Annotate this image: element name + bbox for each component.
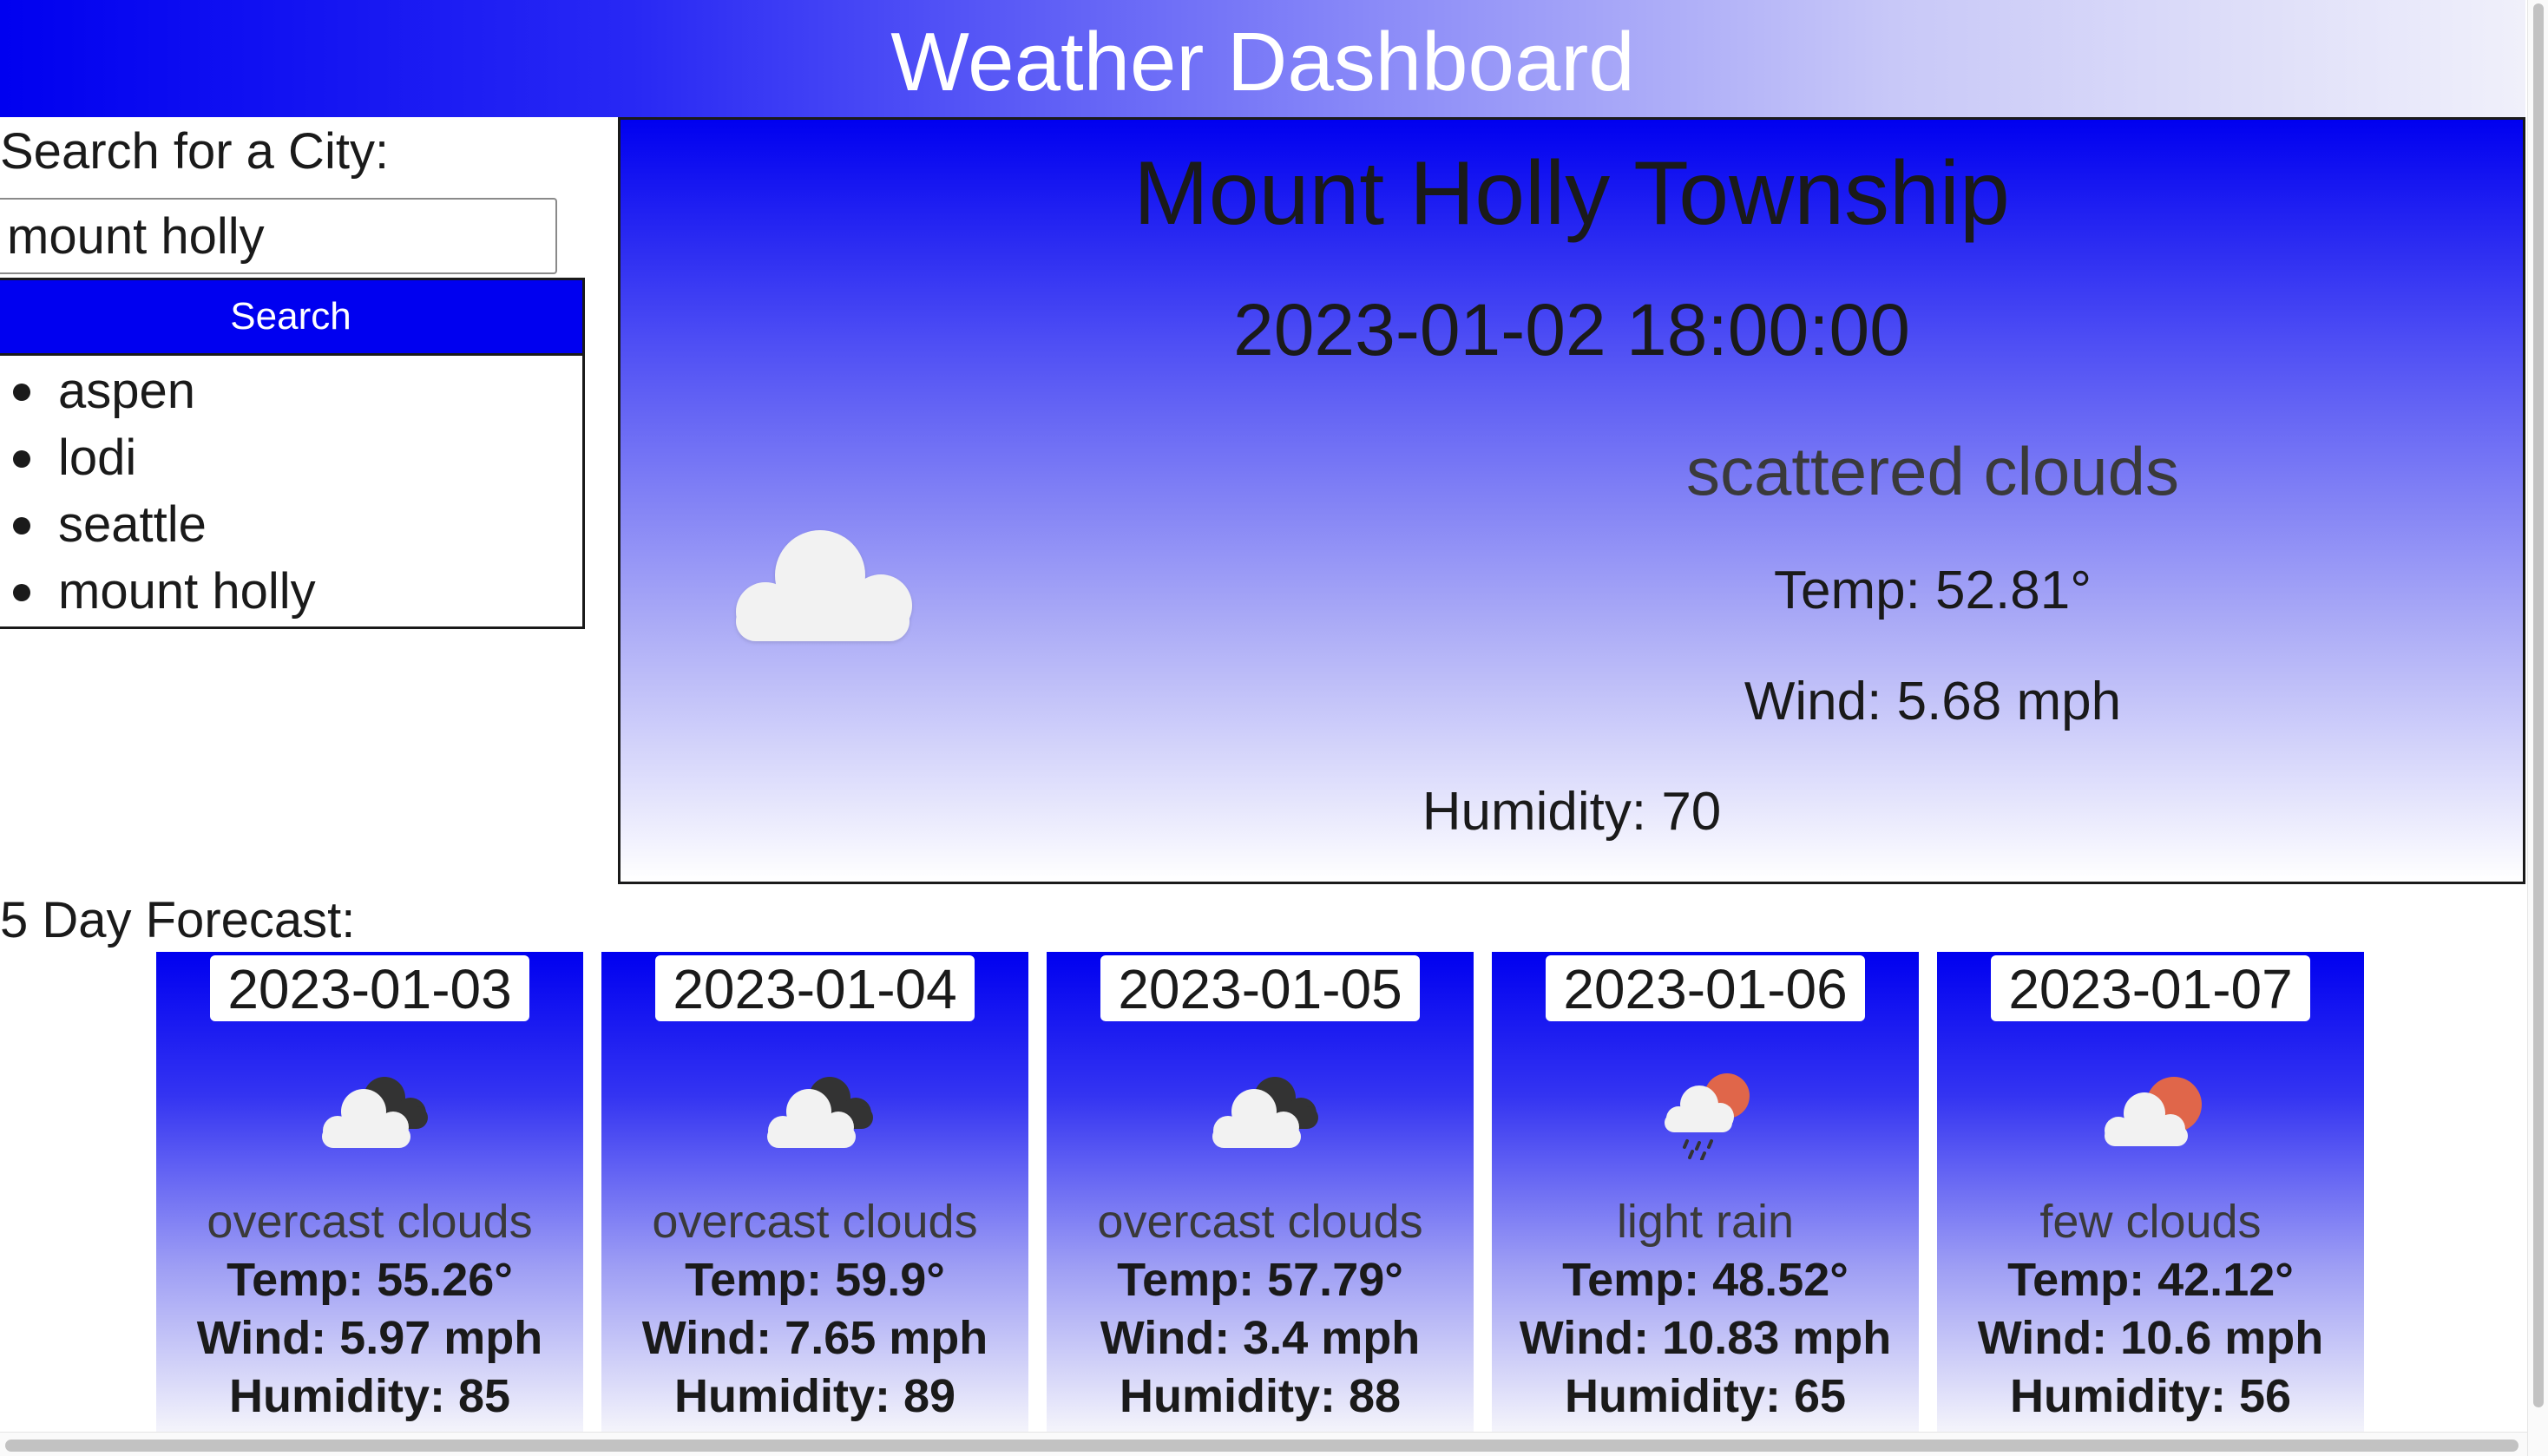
forecast-humidity: Humidity: 65: [1564, 1370, 1847, 1422]
forecast-card: 2023-01-03 overcast clouds Temp: 55.26° …: [156, 952, 583, 1432]
forecast-date: 2023-01-05: [1100, 955, 1420, 1021]
page-header: Weather Dashboard: [0, 0, 2525, 117]
current-wind: Wind: 5.68 mph: [1744, 672, 2122, 731]
overcast-clouds-icon: [767, 1077, 873, 1148]
forecast-description: overcast clouds: [1097, 1196, 1423, 1248]
bullet-icon: [13, 584, 30, 601]
search-label: Search for a City:: [0, 123, 390, 180]
few-clouds-icon: [2105, 1077, 2202, 1146]
forecast-date: 2023-01-04: [655, 955, 975, 1021]
history-item-label: aspen: [58, 363, 196, 419]
page-title: Weather Dashboard: [890, 16, 1635, 108]
bullet-icon: [13, 517, 30, 535]
forecast-temp: Temp: 55.26°: [227, 1254, 513, 1306]
history-item-mount-holly[interactable]: mount holly: [0, 556, 582, 623]
forecast-card: 2023-01-05 overcast clouds Temp: 57.79° …: [1047, 952, 1474, 1432]
forecast-date: 2023-01-06: [1546, 955, 1865, 1021]
vertical-scrollbar-thumb[interactable]: [2533, 3, 2544, 1407]
forecast-description: few clouds: [2039, 1196, 2262, 1248]
history-item-lodi[interactable]: lodi: [0, 423, 582, 489]
forecast-temp: Temp: 57.79°: [1117, 1254, 1403, 1306]
horizontal-scrollbar-thumb[interactable]: [5, 1440, 2518, 1452]
forecast-card: 2023-01-06 light rain Temp: 48.52° Wind:…: [1492, 952, 1919, 1432]
forecast-humidity: Humidity: 89: [673, 1370, 956, 1422]
forecast-date: 2023-01-03: [210, 955, 529, 1021]
history-item-aspen[interactable]: aspen: [0, 356, 582, 423]
history-item-label: lodi: [58, 430, 137, 486]
overcast-clouds-icon: [1212, 1077, 1318, 1148]
cloud-icon: [736, 530, 912, 641]
weather-dashboard-page: Weather Dashboard Search for a City: Sea…: [0, 0, 2548, 1456]
forecast-date: 2023-01-07: [1991, 955, 2310, 1021]
current-city-name: Mount Holly Township: [1133, 143, 2010, 244]
city-search-input[interactable]: [0, 198, 557, 274]
current-datetime: 2023-01-02 18:00:00: [1233, 289, 1910, 371]
horizontal-scrollbar[interactable]: [0, 1432, 2527, 1456]
forecast-temp: Temp: 59.9°: [685, 1254, 945, 1306]
forecast-description: light rain: [1616, 1196, 1795, 1248]
current-temp: Temp: 52.81°: [1773, 561, 2092, 620]
forecast-temp: Temp: 42.12°: [2007, 1254, 2294, 1306]
forecast-card: 2023-01-07 few clouds Temp: 42.12° Wind:…: [1937, 952, 2364, 1432]
forecast-wind: Wind: 10.6 mph: [1977, 1312, 2324, 1364]
forecast-wind: Wind: 7.65 mph: [641, 1312, 988, 1364]
search-button[interactable]: Search: [0, 278, 585, 356]
forecast-label: 5 Day Forecast:: [0, 892, 356, 948]
forecast-temp: Temp: 48.52°: [1562, 1254, 1849, 1306]
bullet-icon: [13, 450, 30, 468]
forecast-humidity: Humidity: 85: [228, 1370, 511, 1422]
forecast-wind: Wind: 10.83 mph: [1519, 1312, 1892, 1364]
search-history-list: aspen lodi seattle mount holly: [0, 356, 585, 629]
forecast-description: overcast clouds: [207, 1196, 533, 1248]
bullet-icon: [13, 384, 30, 401]
rain-sun-icon: [1665, 1073, 1750, 1160]
overcast-clouds-icon: [322, 1077, 428, 1148]
history-item-label: mount holly: [58, 563, 316, 620]
history-item-seattle[interactable]: seattle: [0, 489, 582, 556]
current-humidity: Humidity: 70: [1422, 782, 1722, 842]
vertical-scrollbar[interactable]: [2527, 0, 2548, 1456]
forecast-card: 2023-01-04 overcast clouds Temp: 59.9° W…: [601, 952, 1028, 1432]
forecast-humidity: Humidity: 56: [2009, 1370, 2292, 1422]
current-weather-panel: Mount Holly Township 2023-01-02 18:00:00…: [618, 117, 2525, 884]
forecast-wind: Wind: 5.97 mph: [196, 1312, 543, 1364]
forecast-description: overcast clouds: [652, 1196, 978, 1248]
forecast-wind: Wind: 3.4 mph: [1100, 1312, 1421, 1364]
history-item-label: seattle: [58, 496, 207, 553]
current-description: scattered clouds: [1686, 433, 2179, 509]
forecast-humidity: Humidity: 88: [1119, 1370, 1402, 1422]
